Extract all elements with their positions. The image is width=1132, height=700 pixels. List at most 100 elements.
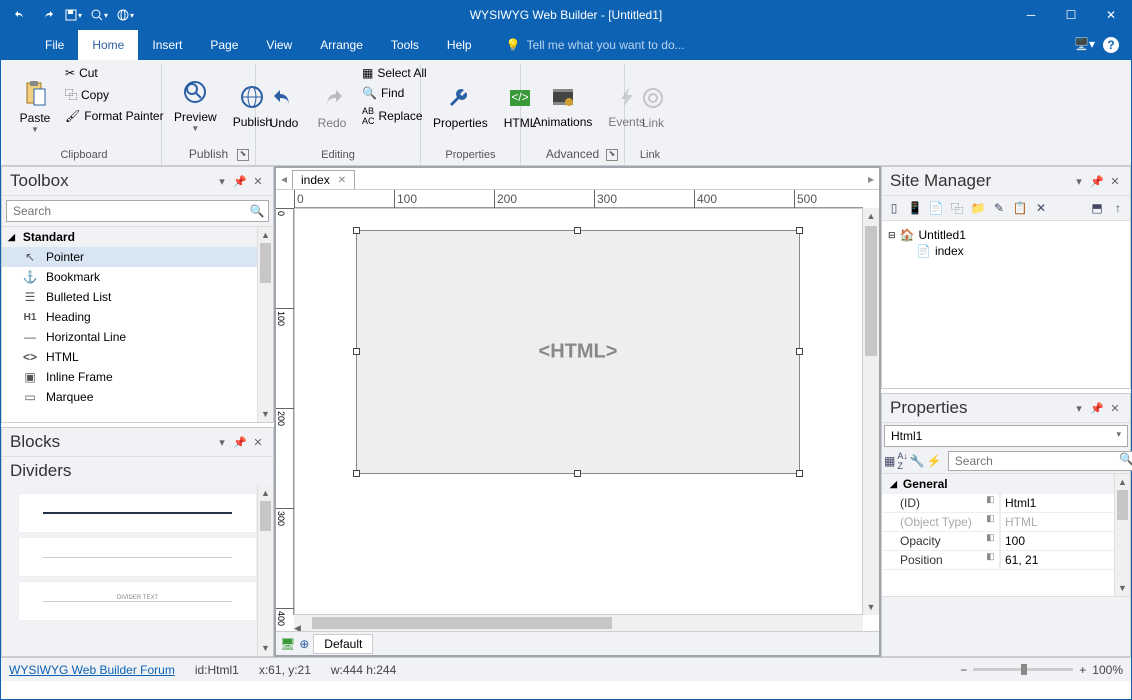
- animations-button[interactable]: Animations: [527, 64, 598, 145]
- breakpoint-default-button[interactable]: Default: [313, 634, 373, 654]
- preview-quick-icon[interactable]: ▾: [89, 5, 109, 25]
- toolbox-item-pointer[interactable]: ↖Pointer: [2, 247, 273, 267]
- tab-nav-left-icon[interactable]: ◂: [276, 172, 292, 186]
- blocks-pin-icon[interactable]: 📌: [233, 435, 247, 449]
- canvas-vertical-scrollbar[interactable]: ▲▼: [863, 208, 879, 615]
- toolbox-item-heading[interactable]: H1Heading: [2, 307, 273, 327]
- site-tool-up-icon[interactable]: ↑: [1108, 198, 1128, 218]
- screens-icon[interactable]: 🖥️▾: [1074, 37, 1095, 53]
- canvas-horizontal-scrollbar[interactable]: ◀▶: [294, 615, 863, 631]
- resize-handle-sw[interactable]: [353, 470, 360, 477]
- prop-row-position[interactable]: Position◧61, 21: [882, 551, 1130, 570]
- props-pin-icon[interactable]: 📌: [1090, 401, 1104, 415]
- tab-view[interactable]: View: [252, 30, 306, 60]
- resize-handle-e[interactable]: [796, 348, 803, 355]
- blocks-scrollbar[interactable]: ▲▼: [257, 485, 273, 656]
- site-pin-icon[interactable]: 📌: [1090, 174, 1104, 188]
- tab-file[interactable]: File: [31, 30, 78, 60]
- format-painter-button[interactable]: 🖌Format Painter: [61, 107, 168, 125]
- toolbox-close-icon[interactable]: ✕: [251, 174, 265, 188]
- tree-page-index[interactable]: 📄index: [888, 243, 1124, 259]
- properties-button[interactable]: Properties: [427, 64, 494, 147]
- toolbox-item-html[interactable]: <>HTML: [2, 347, 273, 367]
- site-tool-folder-icon[interactable]: 📁: [968, 198, 988, 218]
- undo-icon[interactable]: [11, 5, 31, 25]
- zoom-slider[interactable]: [973, 668, 1073, 671]
- search-icon[interactable]: 🔍: [1116, 452, 1132, 470]
- toolbox-pin-icon[interactable]: 📌: [233, 174, 247, 188]
- props-events-icon[interactable]: ⚡: [927, 451, 942, 471]
- props-categorized-icon[interactable]: ▦: [884, 451, 895, 471]
- toolbox-item-bookmark[interactable]: ⚓Bookmark: [2, 267, 273, 287]
- site-tool-new-page-icon[interactable]: 📄: [926, 198, 946, 218]
- toolbox-item-horizontal-line[interactable]: —Horizontal Line: [2, 327, 273, 347]
- save-icon[interactable]: ▾: [63, 5, 83, 25]
- document-tab-index[interactable]: index ✕: [292, 170, 355, 189]
- preview-button[interactable]: Preview▼: [168, 64, 223, 145]
- advanced-launcher[interactable]: ⬊: [606, 149, 618, 161]
- site-tool-icon-2[interactable]: 📱: [905, 198, 925, 218]
- resize-handle-w[interactable]: [353, 348, 360, 355]
- site-dropdown-icon[interactable]: ▾: [1072, 174, 1086, 188]
- redo-button[interactable]: Redo: [310, 64, 354, 147]
- page-canvas[interactable]: <HTML>: [294, 208, 863, 615]
- tab-arrange[interactable]: Arrange: [306, 30, 377, 60]
- resize-handle-ne[interactable]: [796, 227, 803, 234]
- toolbox-search[interactable]: 🔍: [6, 200, 269, 222]
- maximize-button[interactable]: ☐: [1051, 0, 1091, 30]
- resize-handle-se[interactable]: [796, 470, 803, 477]
- site-tool-copy-icon[interactable]: 📋: [1010, 198, 1030, 218]
- toolbox-dropdown-icon[interactable]: ▾: [215, 174, 229, 188]
- props-alphabetical-icon[interactable]: A↓Z: [897, 451, 908, 471]
- html-object[interactable]: <HTML>: [356, 230, 800, 474]
- minimize-button[interactable]: ─: [1011, 0, 1051, 30]
- properties-search-input[interactable]: [949, 452, 1116, 470]
- toolbox-search-input[interactable]: [7, 201, 246, 221]
- toolbox-item-inline-frame[interactable]: ▣Inline Frame: [2, 367, 273, 387]
- zoom-out-button[interactable]: −: [960, 663, 967, 677]
- tab-insert[interactable]: Insert: [138, 30, 196, 60]
- publish-launcher[interactable]: ⬊: [237, 149, 249, 161]
- publish-quick-icon[interactable]: ▾: [115, 5, 135, 25]
- breakpoint-desktop-icon[interactable]: 🖥: [280, 637, 295, 651]
- tab-home[interactable]: Home: [78, 30, 138, 60]
- tab-nav-right-icon[interactable]: ▸: [863, 172, 879, 186]
- props-scrollbar[interactable]: ▲▼: [1114, 474, 1130, 596]
- copy-button[interactable]: ⿻Copy: [61, 84, 168, 105]
- help-icon[interactable]: ?: [1103, 37, 1119, 53]
- select-all-button[interactable]: ▦Select All: [358, 64, 431, 82]
- paste-button[interactable]: Paste ▼: [13, 64, 57, 147]
- link-button[interactable]: Link: [631, 64, 675, 147]
- props-close-icon[interactable]: ✕: [1108, 401, 1122, 415]
- site-tool-delete-icon[interactable]: ✕: [1031, 198, 1051, 218]
- zoom-in-button[interactable]: +: [1079, 663, 1086, 677]
- find-button[interactable]: 🔍Find: [358, 84, 431, 102]
- tell-me-search[interactable]: 💡 Tell me what you want to do...: [506, 38, 685, 52]
- forum-link[interactable]: WYSIWYG Web Builder Forum: [9, 663, 175, 677]
- undo-button[interactable]: Undo: [262, 64, 306, 147]
- divider-preview-1[interactable]: [18, 493, 257, 533]
- blocks-dropdown-icon[interactable]: ▾: [215, 435, 229, 449]
- prop-category-general[interactable]: ◢General: [882, 474, 1130, 494]
- resize-handle-nw[interactable]: [353, 227, 360, 234]
- blocks-close-icon[interactable]: ✕: [251, 435, 265, 449]
- toolbox-item-bulleted-list[interactable]: ☰Bulleted List: [2, 287, 273, 307]
- toolbox-category-standard[interactable]: ◢Standard: [2, 227, 273, 247]
- tab-page[interactable]: Page: [196, 30, 252, 60]
- tab-help[interactable]: Help: [433, 30, 486, 60]
- site-tool-clone-icon[interactable]: ⿻: [947, 198, 967, 218]
- search-icon[interactable]: 🔍: [246, 201, 268, 221]
- prop-row-id[interactable]: (ID)◧Html1: [882, 494, 1130, 513]
- redo-icon[interactable]: [37, 5, 57, 25]
- resize-handle-n[interactable]: [574, 227, 581, 234]
- tab-tools[interactable]: Tools: [377, 30, 433, 60]
- site-tool-edit-icon[interactable]: ✎: [989, 198, 1009, 218]
- cut-button[interactable]: ✂Cut: [61, 64, 168, 82]
- props-dropdown-icon[interactable]: ▾: [1072, 401, 1086, 415]
- site-close-icon[interactable]: ✕: [1108, 174, 1122, 188]
- props-wrench-icon[interactable]: 🔧: [910, 451, 925, 471]
- breakpoint-add-icon[interactable]: ⊕: [299, 637, 309, 651]
- tab-close-icon[interactable]: ✕: [338, 175, 346, 186]
- properties-search[interactable]: 🔍: [948, 451, 1132, 471]
- resize-handle-s[interactable]: [574, 470, 581, 477]
